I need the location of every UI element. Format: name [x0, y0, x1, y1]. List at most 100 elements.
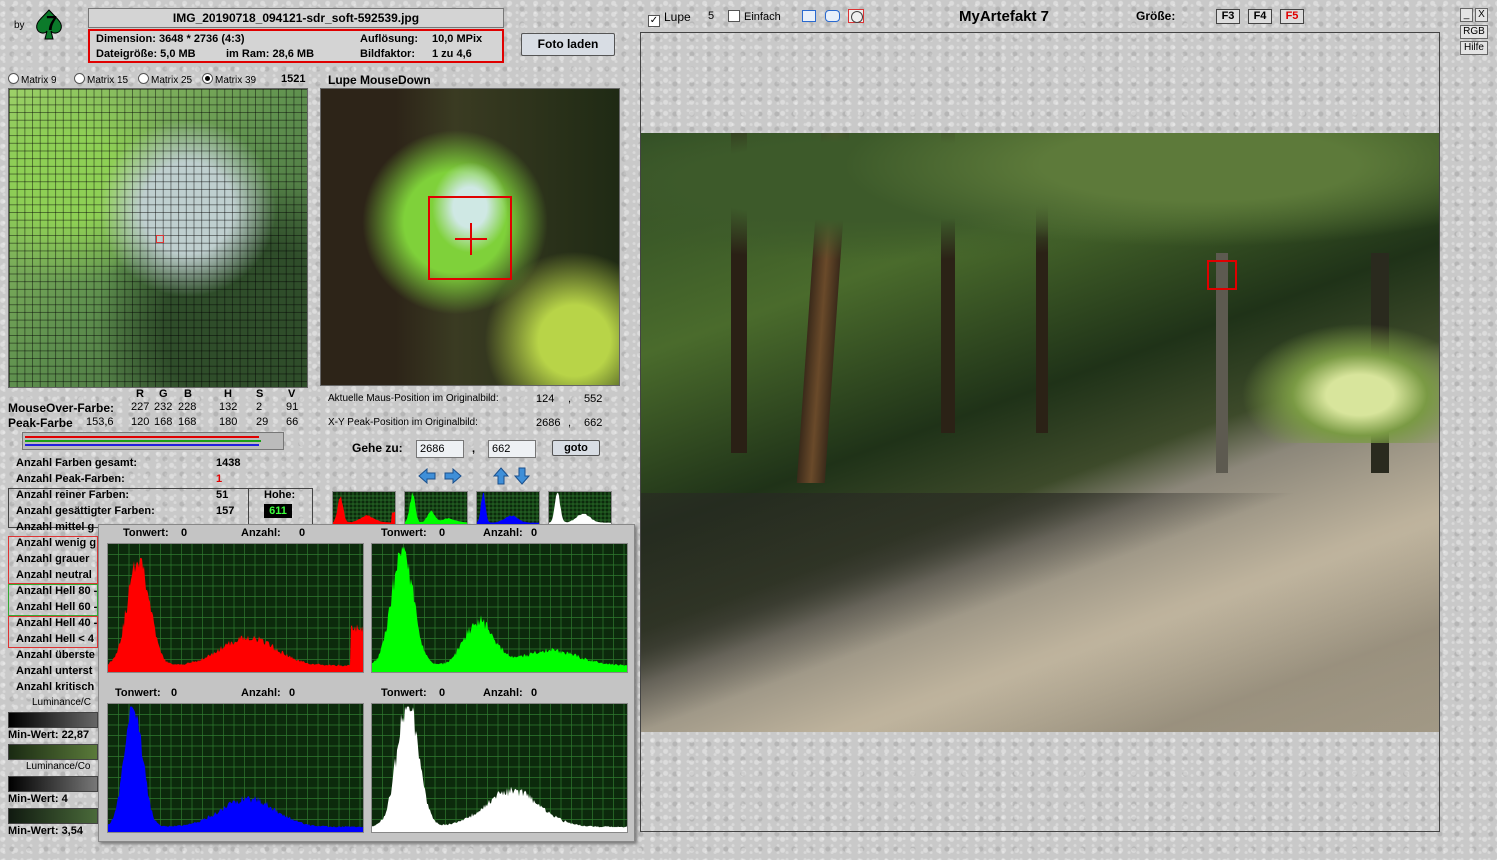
lupe-view[interactable]	[320, 88, 620, 386]
col-g-header: G	[159, 388, 168, 400]
logo-seven: 7	[46, 13, 58, 35]
peak-color-label: Peak-Farbe	[8, 416, 73, 430]
mini-histogram-red[interactable]	[332, 491, 396, 525]
current-position-label: Aktuelle Maus-Position im Originalbild:	[328, 393, 499, 404]
matrix-9-radio[interactable]: Matrix 9	[8, 73, 57, 86]
mouseover-g: 232	[154, 401, 173, 413]
histogram-white[interactable]	[371, 703, 628, 833]
min-value-3: Min-Wert: 3,54	[8, 825, 83, 837]
stat-mittel: Anzahl mittel g	[16, 521, 95, 533]
matrix-selector: Matrix 9 Matrix 15 Matrix 25 Matrix 39 1…	[8, 73, 308, 87]
histogram-blue[interactable]	[107, 703, 364, 833]
matrix-count: 1521	[281, 73, 306, 85]
stat-total-colors-value: 1438	[216, 457, 241, 469]
shape-rect-button[interactable]	[802, 10, 816, 22]
peak-position-x: 2686	[536, 417, 561, 429]
lupe-check-icon: ✓	[648, 15, 660, 27]
mini-histogram-blue[interactable]	[476, 491, 540, 525]
hist-white-anzahl-value: 0	[531, 687, 538, 699]
histogram-green[interactable]	[371, 543, 628, 673]
file-resolution-value: 10,0 MPix	[432, 33, 483, 45]
arrow-right-icon[interactable]	[444, 468, 462, 484]
help-button[interactable]: Hilfe	[1460, 41, 1488, 55]
stat-height-number: 611	[269, 505, 287, 517]
canopy	[641, 133, 1439, 293]
file-resolution-label: Auflösung:	[360, 33, 419, 45]
mini-histogram-white[interactable]	[548, 491, 612, 525]
main-photo[interactable]	[641, 133, 1439, 732]
pixel-matrix-view[interactable]	[8, 88, 308, 388]
luminance-bar-3	[8, 776, 98, 792]
lupe-checkbox[interactable]: ✓ Lupe	[648, 10, 691, 27]
rgb-button[interactable]: RGB	[1460, 25, 1488, 39]
file-info-box: Dimension: 3648 * 2736 (4:3) Dateigröße:…	[88, 29, 504, 63]
stat-height-value: 611	[264, 504, 292, 518]
min-value-1: Min-Wert: 22,87	[8, 729, 90, 741]
arrow-down-icon[interactable]	[514, 467, 530, 485]
matrix-25-radio[interactable]: Matrix 25	[138, 73, 192, 86]
shape-ellipse-button[interactable]	[848, 9, 864, 23]
goto-x-input[interactable]: 2686	[416, 440, 464, 458]
luminance-bar-4	[8, 808, 98, 824]
peak-position-sep: ,	[568, 417, 572, 429]
image-viewport[interactable]	[640, 32, 1440, 832]
einfach-check-icon	[728, 10, 740, 22]
stat-height-label: Hohe:	[264, 489, 296, 501]
file-factor-value: 1 zu 4,6	[432, 48, 472, 60]
minimize-button[interactable]: _	[1460, 8, 1473, 22]
matrix-15-radio[interactable]: Matrix 15	[74, 73, 128, 86]
stat-grauer: Anzahl grauer	[16, 553, 90, 565]
einfach-checkbox[interactable]: Einfach	[728, 10, 781, 23]
shape-rounded-button[interactable]	[825, 10, 840, 22]
hist-white-tonwert-label: Tonwert:	[381, 687, 427, 699]
stat-wenig: Anzahl wenig g	[16, 537, 97, 549]
hist-red-tonwert-label: Tonwert:	[123, 527, 169, 539]
file-name-box: IMG_20190718_094121-sdr_soft-592539.jpg	[88, 8, 504, 28]
stat-ueber: Anzahl überste	[16, 649, 95, 661]
stat-neutral: Anzahl neutral	[16, 569, 92, 581]
col-r-header: R	[136, 388, 144, 400]
stat-hell-lt: Anzahl Hell < 4	[16, 633, 94, 645]
size-f3-button[interactable]: F3	[1216, 9, 1240, 24]
peak-b: 168	[178, 416, 197, 428]
stat-peak-colors-value: 1	[216, 473, 223, 485]
peak-h: 180	[219, 416, 238, 428]
col-b-header: B	[184, 388, 192, 400]
arrow-left-icon[interactable]	[418, 468, 436, 484]
histogram-red[interactable]	[107, 543, 364, 673]
peak-v: 66	[286, 416, 299, 428]
close-button[interactable]: X	[1475, 8, 1488, 22]
background-light	[1241, 323, 1439, 443]
logo-by-text: by	[14, 20, 25, 31]
hist-green-tonwert-value: 0	[439, 527, 446, 539]
current-position-sep: ,	[568, 393, 572, 405]
mouseover-h: 132	[219, 401, 238, 413]
min-value-2: Min-Wert: 4	[8, 793, 68, 805]
file-name: IMG_20190718_094121-sdr_soft-592539.jpg	[172, 11, 420, 25]
file-size: Dateigröße: 5,0 MB	[96, 48, 196, 60]
load-photo-button[interactable]: Foto laden	[521, 33, 615, 56]
peak-color-extra: 153,6	[86, 416, 114, 428]
col-s-header: S	[256, 388, 264, 400]
mini-histogram-green[interactable]	[404, 491, 468, 525]
histogram-panel: Tonwert: 0 Anzahl: 0 Tonwert: 0 Anzahl: …	[98, 524, 635, 842]
mouseover-b: 228	[178, 401, 197, 413]
goto-y-input[interactable]: 662	[488, 440, 536, 458]
stat-hell60: Anzahl Hell 60 -	[16, 601, 98, 613]
peak-r: 120	[131, 416, 150, 428]
luminance-bar-1	[8, 712, 98, 728]
goto-sep: ,	[472, 443, 476, 455]
hist-green-anzahl-label: Anzahl:	[483, 527, 523, 539]
size-f5-button[interactable]: F5	[1280, 9, 1304, 24]
arrow-up-icon[interactable]	[493, 467, 509, 485]
goto-label: Gehe zu:	[352, 441, 403, 455]
size-f4-button[interactable]: F4	[1248, 9, 1272, 24]
matrix-39-radio[interactable]: Matrix 39	[202, 73, 256, 86]
stat-krit: Anzahl kritisch	[16, 681, 95, 693]
einfach-checkbox-label: Einfach	[744, 11, 781, 23]
current-position-y: 552	[584, 393, 603, 405]
goto-button[interactable]: goto	[552, 440, 600, 456]
hist-red-anzahl-value: 0	[299, 527, 306, 539]
hist-white-tonwert-value: 0	[439, 687, 446, 699]
luminance-bar-2	[8, 744, 98, 760]
